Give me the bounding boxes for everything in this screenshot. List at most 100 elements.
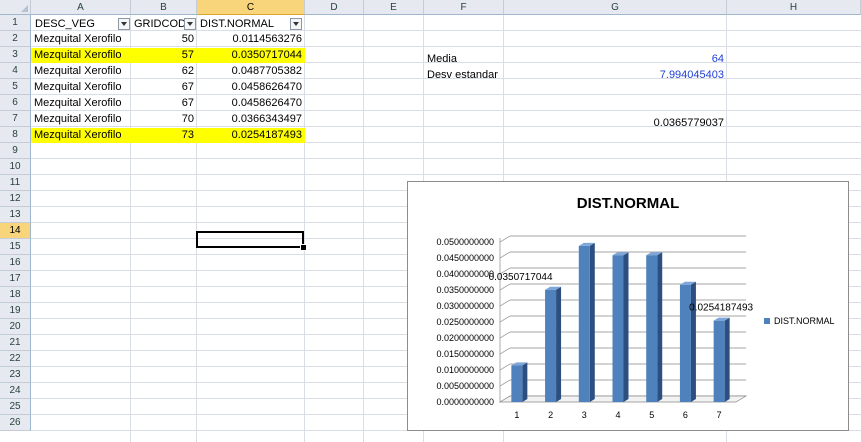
row-header-14[interactable]: 14 bbox=[0, 223, 31, 239]
bar-side bbox=[657, 252, 663, 402]
chart-title: DIST.NORMAL bbox=[577, 195, 680, 212]
header-dist-normal[interactable]: DIST.NORMAL bbox=[197, 17, 304, 32]
x-tick-label: 2 bbox=[548, 410, 553, 420]
bar bbox=[545, 289, 557, 402]
cell-gridcode[interactable]: 50 bbox=[131, 32, 197, 47]
row-header-15[interactable]: 15 bbox=[0, 239, 31, 255]
cell-gridcode[interactable]: 62 bbox=[131, 64, 197, 79]
y-tick-label: 0.0500000000 bbox=[436, 237, 494, 247]
y-tick-label: 0.0050000000 bbox=[436, 381, 494, 391]
row-header-10[interactable]: 10 bbox=[0, 159, 31, 175]
desv-estandar-value[interactable]: 7.994045403 bbox=[504, 68, 727, 83]
bar-side bbox=[724, 317, 730, 402]
bar bbox=[578, 245, 590, 402]
row-header-20[interactable]: 20 bbox=[0, 319, 31, 335]
cell-desc-veg[interactable]: Mezquital Xerofilo bbox=[31, 32, 131, 47]
cell-gridcode[interactable]: 70 bbox=[131, 112, 197, 127]
bar bbox=[511, 365, 523, 402]
sort-filter-button-b[interactable] bbox=[184, 18, 196, 30]
cell-desc-veg[interactable]: Mezquital Xerofilo bbox=[31, 128, 131, 143]
header-desc-veg[interactable]: DESC_VEG bbox=[32, 17, 130, 32]
gridline-depth bbox=[499, 331, 511, 339]
cell-dist-normal[interactable]: 0.0350717044 bbox=[197, 48, 305, 63]
cell-gridcode[interactable]: 57 bbox=[131, 48, 197, 63]
media-value[interactable]: 64 bbox=[504, 52, 727, 67]
row-header-19[interactable]: 19 bbox=[0, 303, 31, 319]
row-header-16[interactable]: 16 bbox=[0, 255, 31, 271]
row-header-12[interactable]: 12 bbox=[0, 191, 31, 207]
fill-handle[interactable] bbox=[300, 244, 307, 251]
column-header-a[interactable]: A bbox=[31, 0, 131, 15]
gridline-depth bbox=[499, 347, 511, 355]
row-header-26[interactable]: 26 bbox=[0, 415, 31, 431]
row-header-23[interactable]: 23 bbox=[0, 367, 31, 383]
cell-desc-veg[interactable]: Mezquital Xerofilo bbox=[31, 80, 131, 95]
row-header-4[interactable]: 4 bbox=[0, 63, 31, 79]
gridline-depth bbox=[499, 299, 511, 307]
column-header-f[interactable]: F bbox=[424, 0, 504, 15]
cell-dist-normal[interactable]: 0.0458626470 bbox=[197, 96, 305, 111]
chart-svg: DIST.NORMAL 0.0000000000 0.0050000000 0.010… bbox=[436, 195, 835, 420]
column-gridline bbox=[363, 15, 364, 442]
cell-desc-veg[interactable]: Mezquital Xerofilo bbox=[31, 48, 131, 63]
computed-value-cell[interactable]: 0.0365779037 bbox=[504, 116, 727, 131]
row-header-18[interactable]: 18 bbox=[0, 287, 31, 303]
cell-desc-veg[interactable]: Mezquital Xerofilo bbox=[31, 112, 131, 127]
active-cell-c14[interactable] bbox=[196, 231, 304, 248]
y-tick-label: 0.0400000000 bbox=[436, 269, 494, 279]
row-header-24[interactable]: 24 bbox=[0, 383, 31, 399]
cell-dist-normal[interactable]: 0.0254187493 bbox=[197, 128, 305, 143]
cell-desc-veg[interactable]: Mezquital Xerofilo bbox=[31, 96, 131, 111]
column-header-d[interactable]: D bbox=[305, 0, 364, 15]
bar-side bbox=[522, 362, 528, 402]
row-header-17[interactable]: 17 bbox=[0, 271, 31, 287]
legend-label: DIST.NORMAL bbox=[774, 316, 835, 326]
bar bbox=[713, 320, 725, 402]
spreadsheet: ABCDEFGH 1 2 3 4 5 6 7 8 9 10 11 12 13 14 15 16 17 18 19 20… bbox=[0, 0, 861, 442]
gridline-depth bbox=[499, 315, 511, 323]
cell-dist-normal[interactable]: 0.0487705382 bbox=[197, 64, 305, 79]
cell-dist-normal[interactable]: 0.0114563276 bbox=[197, 32, 305, 47]
row-header-6[interactable]: 6 bbox=[0, 95, 31, 111]
bar-side bbox=[556, 286, 562, 402]
row-header-7[interactable]: 7 bbox=[0, 111, 31, 127]
row-header-2[interactable]: 2 bbox=[0, 31, 31, 47]
gridline-depth bbox=[499, 363, 511, 371]
cell-dist-normal[interactable]: 0.0366343497 bbox=[197, 112, 305, 127]
y-tick-label: 0.0450000000 bbox=[436, 253, 494, 263]
column-header-e[interactable]: E bbox=[364, 0, 424, 15]
column-header-g[interactable]: G bbox=[504, 0, 727, 15]
cell-gridcode[interactable]: 73 bbox=[131, 128, 197, 143]
row-header-21[interactable]: 21 bbox=[0, 335, 31, 351]
row-header-11[interactable]: 11 bbox=[0, 175, 31, 191]
row-header-5[interactable]: 5 bbox=[0, 79, 31, 95]
x-tick-label: 6 bbox=[683, 410, 688, 420]
row-header-13[interactable]: 13 bbox=[0, 207, 31, 223]
row-header-25[interactable]: 25 bbox=[0, 399, 31, 415]
cell-gridcode[interactable]: 67 bbox=[131, 80, 197, 95]
chart-dist-normal[interactable]: DIST.NORMAL 0.0000000000 0.0050000000 0.010… bbox=[407, 181, 849, 431]
cell-dist-normal[interactable]: 0.0458626470 bbox=[197, 80, 305, 95]
row-header-3[interactable]: 3 bbox=[0, 47, 31, 63]
filter-dropdown-c[interactable] bbox=[290, 18, 302, 30]
data-label: 0.0254187493 bbox=[689, 303, 753, 314]
bar-side bbox=[623, 252, 629, 402]
cell-gridcode[interactable]: 67 bbox=[131, 96, 197, 111]
filter-dropdown-a[interactable] bbox=[118, 18, 130, 30]
x-tick-label: 7 bbox=[717, 410, 722, 420]
column-header-h[interactable]: H bbox=[727, 0, 861, 15]
data-label: 0.0350717044 bbox=[489, 272, 553, 283]
y-tick-label: 0.0150000000 bbox=[436, 349, 494, 359]
column-header-c[interactable]: C bbox=[197, 0, 305, 15]
row-header-9[interactable]: 9 bbox=[0, 143, 31, 159]
cell-desc-veg[interactable]: Mezquital Xerofilo bbox=[31, 64, 131, 79]
legend-swatch bbox=[764, 318, 770, 324]
row-header-8[interactable]: 8 bbox=[0, 127, 31, 143]
gridline-depth bbox=[499, 251, 511, 259]
y-tick-label: 0.0350000000 bbox=[436, 285, 494, 295]
column-header-b[interactable]: B bbox=[131, 0, 197, 15]
bar bbox=[646, 255, 658, 402]
row-header-22[interactable]: 22 bbox=[0, 351, 31, 367]
select-all-corner[interactable] bbox=[0, 0, 31, 15]
row-header-1[interactable]: 1 bbox=[0, 15, 31, 31]
